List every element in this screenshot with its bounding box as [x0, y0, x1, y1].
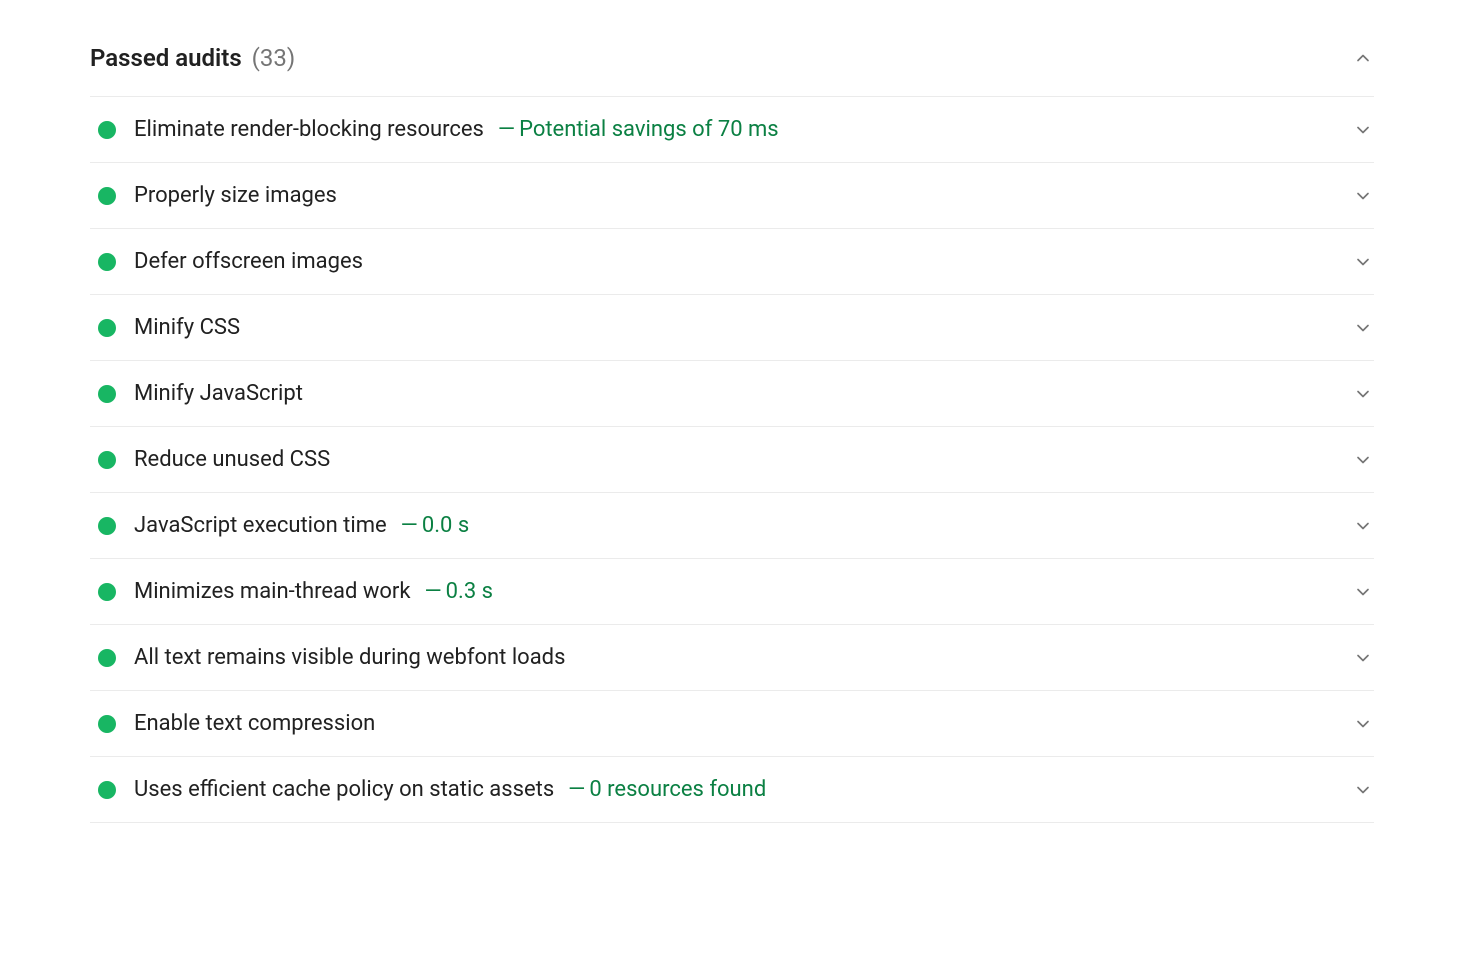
status-pass-icon [98, 451, 116, 469]
audit-row-defer-offscreen-images[interactable]: Defer offscreen images [90, 228, 1374, 294]
audit-label: Uses efficient cache policy on static as… [134, 777, 554, 802]
audit-row-properly-size-images[interactable]: Properly size images [90, 162, 1374, 228]
audit-left: Minify CSS [98, 315, 240, 340]
passed-audits-header[interactable]: Passed audits (33) [90, 34, 1374, 96]
audit-text-wrap: Eliminate render-blocking resources —Pot… [134, 117, 779, 142]
audit-text-wrap: JavaScript execution time —0.0 s [134, 513, 469, 538]
audit-left: Uses efficient cache policy on static as… [98, 777, 766, 802]
audit-label: Enable text compression [134, 711, 375, 736]
status-pass-icon [98, 385, 116, 403]
audit-extra: —0 resources found [568, 777, 766, 802]
audit-row-text-visible-webfont[interactable]: All text remains visible during webfont … [90, 624, 1374, 690]
audit-row-reduce-unused-css[interactable]: Reduce unused CSS [90, 426, 1374, 492]
audit-label: JavaScript execution time [134, 513, 387, 538]
audit-left: JavaScript execution time —0.0 s [98, 513, 469, 538]
section-count: (33) [252, 44, 296, 72]
audit-label: Minify JavaScript [134, 381, 303, 406]
audit-extra: —Potential savings of 70 ms [498, 117, 779, 142]
chevron-down-icon [1352, 779, 1374, 801]
section-title: Passed audits [90, 44, 242, 72]
audit-text-wrap: Minimizes main-thread work —0.3 s [134, 579, 493, 604]
chevron-down-icon [1352, 515, 1374, 537]
chevron-down-icon [1352, 119, 1374, 141]
chevron-down-icon [1352, 317, 1374, 339]
audit-left: Reduce unused CSS [98, 447, 330, 472]
audit-text-wrap: Uses efficient cache policy on static as… [134, 777, 766, 802]
audit-list: Eliminate render-blocking resources —Pot… [90, 96, 1374, 823]
audit-label: Eliminate render-blocking resources [134, 117, 484, 142]
audit-row-text-compression[interactable]: Enable text compression [90, 690, 1374, 756]
chevron-up-icon [1352, 47, 1374, 69]
chevron-down-icon [1352, 251, 1374, 273]
audit-left: Properly size images [98, 183, 337, 208]
audit-label: Minify CSS [134, 315, 240, 340]
audit-left: Minimizes main-thread work —0.3 s [98, 579, 493, 604]
status-pass-icon [98, 121, 116, 139]
section-title-wrap: Passed audits (33) [90, 44, 295, 72]
audit-extra: —0.0 s [401, 513, 470, 538]
chevron-down-icon [1352, 185, 1374, 207]
status-pass-icon [98, 187, 116, 205]
audit-label: Defer offscreen images [134, 249, 363, 274]
chevron-down-icon [1352, 449, 1374, 471]
audit-row-minify-css[interactable]: Minify CSS [90, 294, 1374, 360]
audit-row-js-execution-time[interactable]: JavaScript execution time —0.0 s [90, 492, 1374, 558]
audit-left: Defer offscreen images [98, 249, 363, 274]
audit-row-render-blocking[interactable]: Eliminate render-blocking resources —Pot… [90, 96, 1374, 162]
status-pass-icon [98, 319, 116, 337]
status-pass-icon [98, 649, 116, 667]
audit-row-main-thread-work[interactable]: Minimizes main-thread work —0.3 s [90, 558, 1374, 624]
status-pass-icon [98, 781, 116, 799]
audit-label: Properly size images [134, 183, 337, 208]
status-pass-icon [98, 517, 116, 535]
audit-label: All text remains visible during webfont … [134, 645, 565, 670]
passed-audits-panel: Passed audits (33) Eliminate render-bloc… [0, 0, 1464, 823]
audit-left: All text remains visible during webfont … [98, 645, 565, 670]
audit-extra: —0.3 s [424, 579, 493, 604]
audit-left: Minify JavaScript [98, 381, 303, 406]
chevron-down-icon [1352, 713, 1374, 735]
chevron-down-icon [1352, 383, 1374, 405]
audit-left: Enable text compression [98, 711, 375, 736]
status-pass-icon [98, 253, 116, 271]
audit-label: Minimizes main-thread work [134, 579, 411, 604]
status-pass-icon [98, 583, 116, 601]
audit-row-cache-policy[interactable]: Uses efficient cache policy on static as… [90, 756, 1374, 823]
audit-left: Eliminate render-blocking resources —Pot… [98, 117, 779, 142]
chevron-down-icon [1352, 581, 1374, 603]
audit-label: Reduce unused CSS [134, 447, 330, 472]
chevron-down-icon [1352, 647, 1374, 669]
status-pass-icon [98, 715, 116, 733]
audit-row-minify-javascript[interactable]: Minify JavaScript [90, 360, 1374, 426]
